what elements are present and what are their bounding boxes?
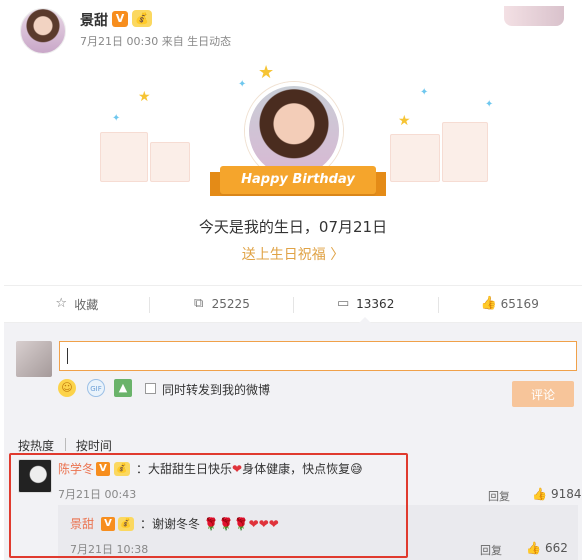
reply-button[interactable]: 回复 bbox=[488, 488, 510, 504]
comment-button[interactable]: ▭ 13362 bbox=[293, 286, 438, 323]
repost-checkbox-label: 同时转发到我的微博 bbox=[162, 383, 271, 397]
repost-icon: ⧉ bbox=[194, 296, 204, 311]
like-button[interactable]: 👍 65169 bbox=[437, 286, 583, 322]
like-count: 65169 bbox=[500, 297, 539, 311]
tab-sort-by-time[interactable]: 按时间 bbox=[76, 439, 112, 453]
star-icon: ☆ bbox=[55, 296, 68, 311]
member-badge-icon: 💰 bbox=[132, 10, 152, 27]
gift-decoration bbox=[150, 142, 190, 182]
emoji-icon[interactable]: ☺ bbox=[58, 379, 76, 397]
action-bar: ☆ 收藏 ⧉ 25225 ▭ 13362 👍 65169 bbox=[4, 285, 582, 323]
star-icon: ✦ bbox=[238, 79, 247, 90]
repost-checkbox[interactable] bbox=[145, 383, 156, 394]
birthday-message: 今天是我的生日，07月21日 bbox=[198, 218, 388, 236]
repost-count: 25225 bbox=[211, 297, 250, 311]
image-icon[interactable]: ▲ bbox=[114, 379, 132, 397]
comment-like-button[interactable]: 👍 9184 bbox=[532, 487, 582, 501]
post-header: 景甜 V 💰 7月21日 00:30 来自 生日动态 bbox=[14, 6, 574, 56]
author-avatar[interactable] bbox=[20, 8, 66, 54]
star-icon: ★ bbox=[258, 62, 275, 83]
highlight-box bbox=[9, 453, 408, 558]
send-blessing-link[interactable]: 送上生日祝福 〉 bbox=[0, 244, 586, 264]
divider bbox=[65, 438, 66, 451]
gift-decoration bbox=[390, 134, 440, 182]
gift-decoration bbox=[442, 122, 488, 182]
sort-tabs: 按热度 按时间 bbox=[18, 437, 130, 454]
gift-decoration bbox=[100, 132, 148, 182]
corner-thumbnail bbox=[504, 6, 564, 26]
happy-birthday-ribbon: Happy Birthday bbox=[210, 166, 386, 196]
reply-button[interactable]: 回复 bbox=[480, 542, 502, 558]
star-icon: ✦ bbox=[112, 113, 121, 124]
thumbs-up-icon: 👍 bbox=[532, 487, 547, 501]
thumbs-up-icon: 👍 bbox=[526, 541, 541, 555]
favorite-button[interactable]: ☆ 收藏 bbox=[4, 286, 149, 322]
comment-input[interactable] bbox=[59, 341, 577, 371]
author-name[interactable]: 景甜 bbox=[80, 10, 108, 30]
submit-comment-button[interactable]: 评论 bbox=[512, 381, 574, 407]
birthday-card: ★ ✦ ★ ✦ ★ ✦ ✦ Happy Birthday bbox=[90, 62, 500, 202]
gif-icon[interactable]: GIF bbox=[87, 379, 105, 397]
favorite-label: 收藏 bbox=[74, 297, 99, 312]
reply-like-button[interactable]: 👍 662 bbox=[526, 541, 568, 555]
post-meta: 7月21日 00:30 来自 生日动态 bbox=[80, 35, 232, 48]
star-icon: ✦ bbox=[420, 87, 429, 98]
repost-button[interactable]: ⧉ 25225 bbox=[148, 286, 294, 322]
current-user-avatar bbox=[16, 341, 52, 377]
reply-like-count: 662 bbox=[544, 541, 568, 555]
star-icon: ✦ bbox=[485, 99, 494, 110]
tab-sort-by-heat[interactable]: 按热度 bbox=[18, 439, 54, 453]
comment-like-count: 9184 bbox=[550, 487, 582, 501]
thumbs-up-icon: 👍 bbox=[480, 296, 497, 311]
comment-icon: ▭ bbox=[337, 296, 350, 311]
star-icon: ★ bbox=[398, 113, 411, 129]
text-cursor bbox=[67, 348, 68, 364]
comment-section: ☺ GIF ▲ 同时转发到我的微博 评论 按热度 按时间 陈学冬 V 💰 ：大甜… bbox=[4, 323, 582, 560]
comment-count: 13362 bbox=[356, 297, 395, 311]
star-icon: ★ bbox=[138, 89, 151, 105]
verified-badge-icon: V bbox=[112, 11, 128, 27]
